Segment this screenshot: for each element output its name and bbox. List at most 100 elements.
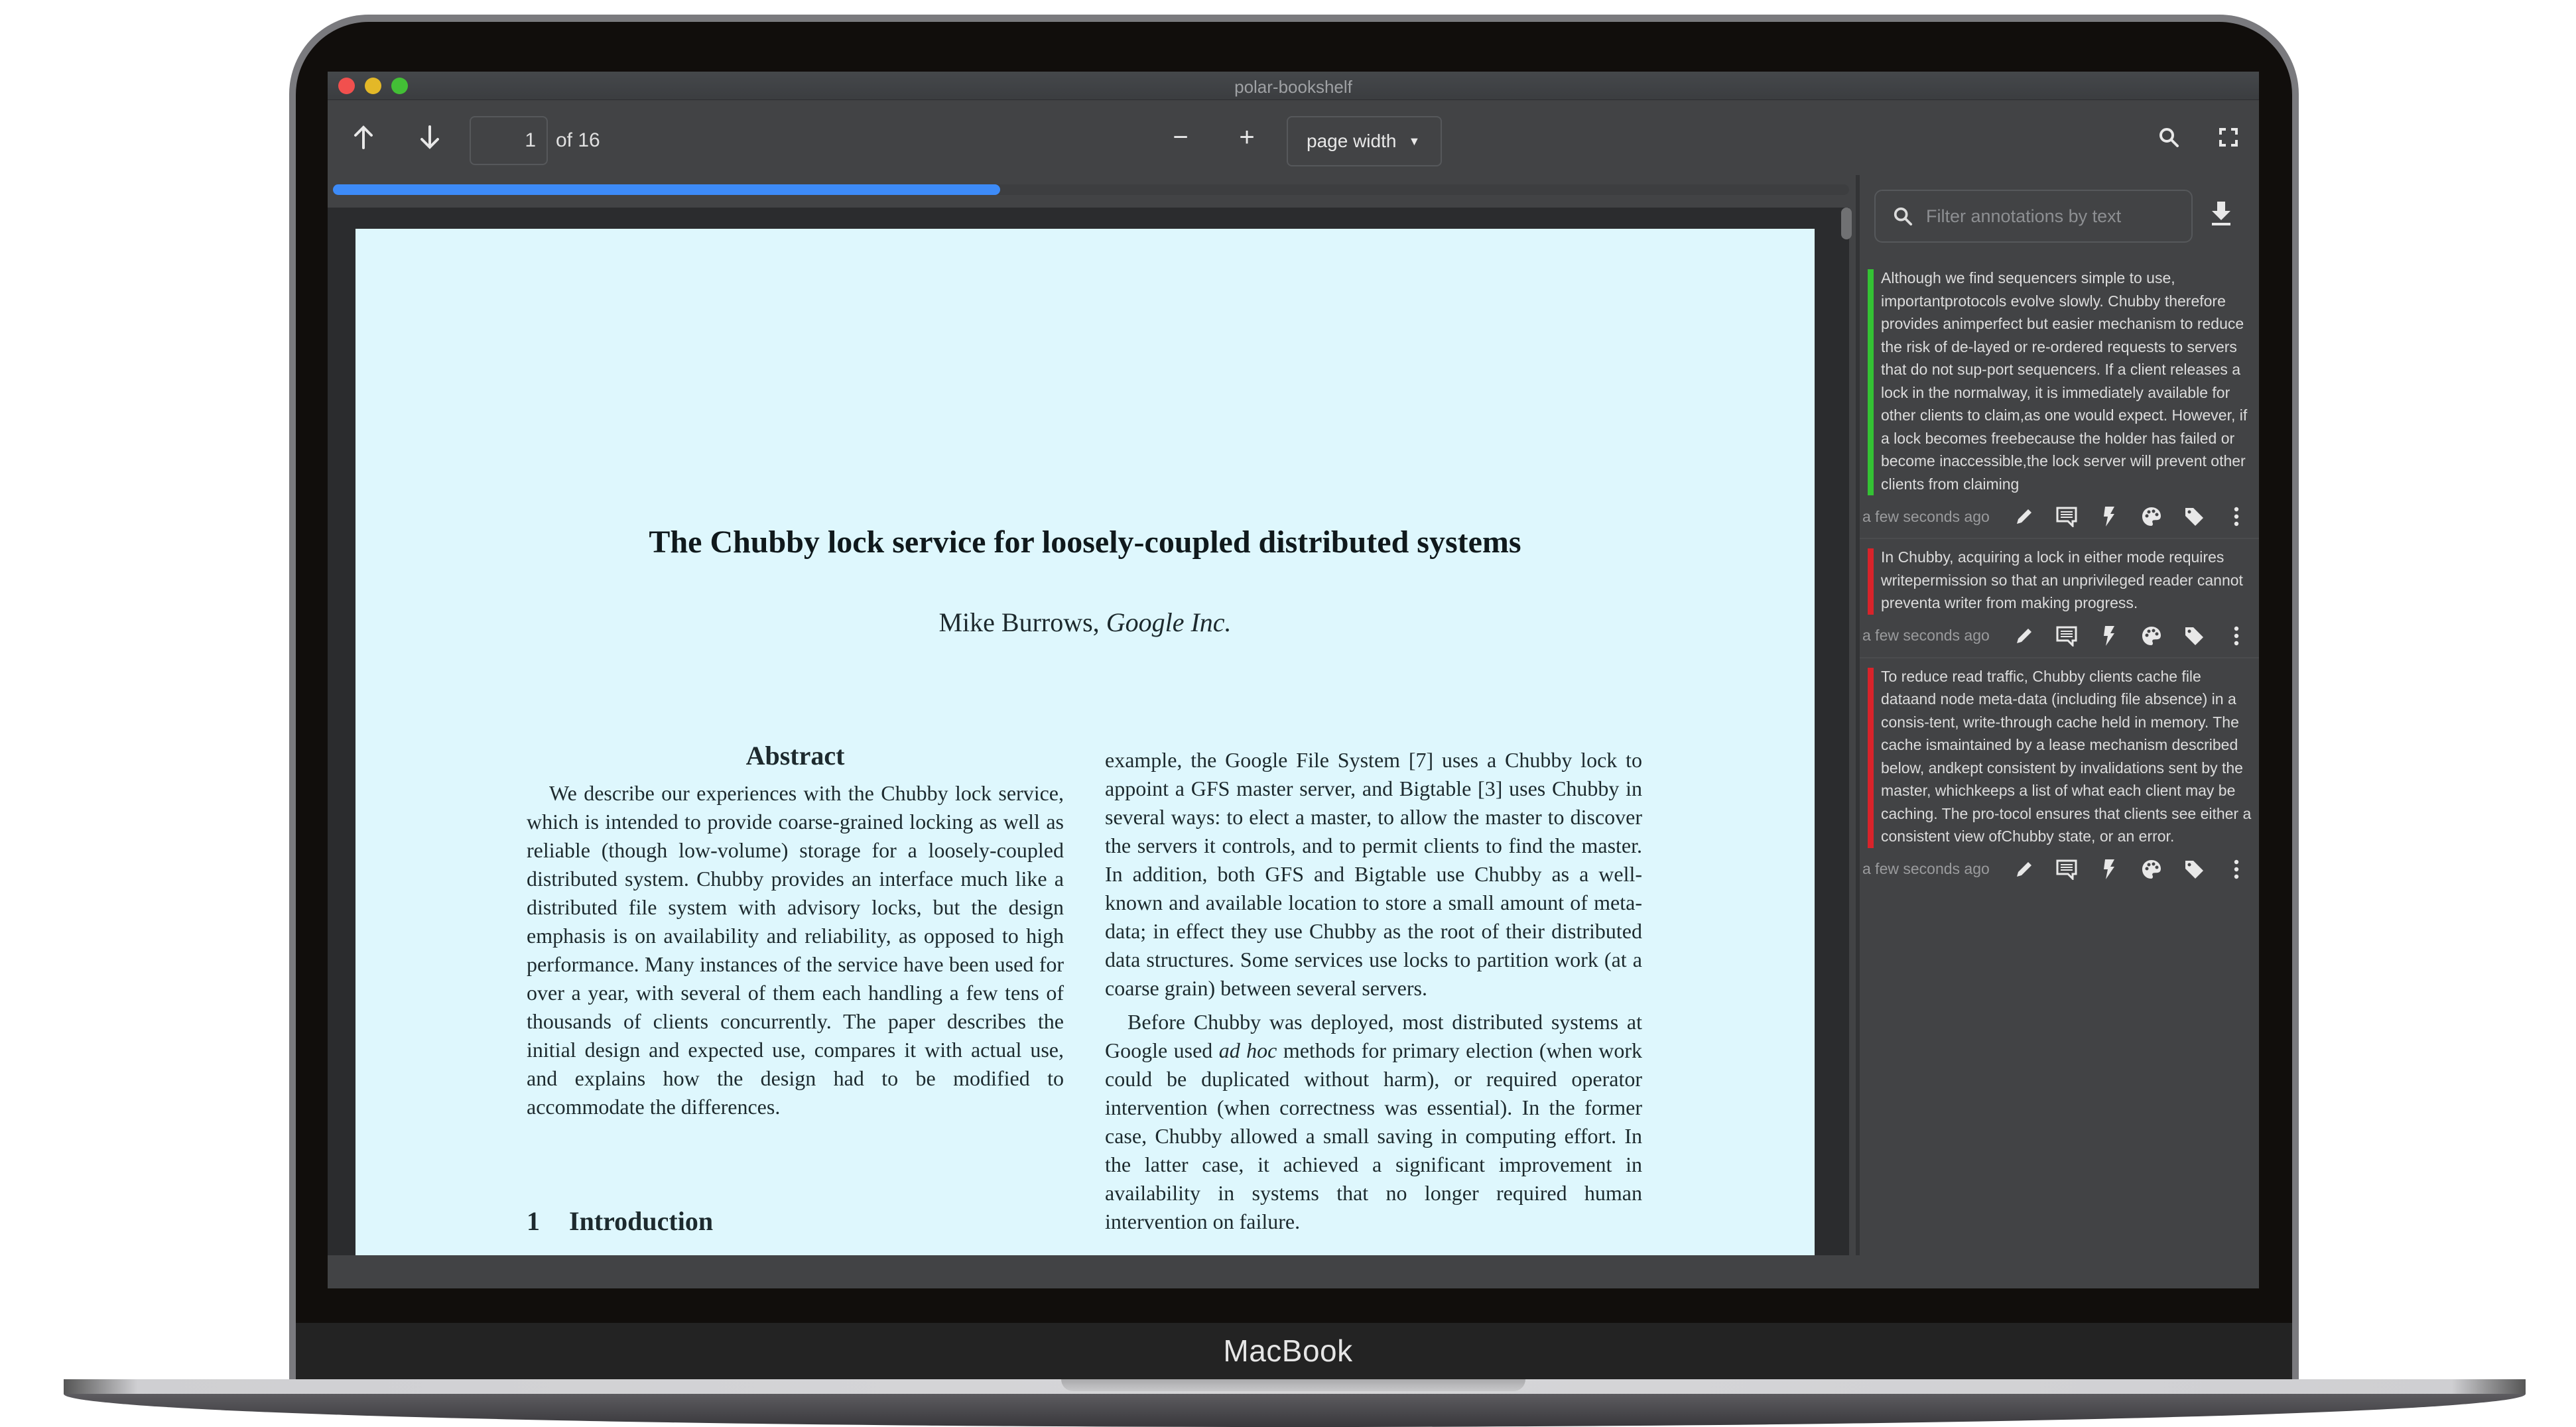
annotation-actions: a few seconds ago (1860, 495, 2259, 538)
color-palette-icon (2141, 625, 2162, 647)
section-number: 1 (527, 1206, 540, 1236)
paper-author: Mike Burrows, Google Inc. (355, 607, 1815, 638)
edit-icon (2014, 507, 2034, 527)
reading-progress-fill (333, 184, 1000, 195)
status-bar (328, 1255, 2259, 1288)
viewer-scrollbar[interactable] (1841, 208, 1852, 239)
annotation-text[interactable]: In Chubby, acquiring a lock in either mo… (1860, 546, 2259, 615)
annotation-card[interactable]: In Chubby, acquiring a lock in either mo… (1860, 538, 2259, 657)
zoom-mode-select[interactable]: page width ▼ (1287, 116, 1442, 166)
device-label: MacBook (1223, 1334, 1353, 1368)
download-icon (2210, 200, 2236, 227)
arrow-down-icon (420, 125, 440, 149)
comment-button[interactable] (2045, 503, 2088, 530)
next-page-button[interactable] (411, 119, 448, 156)
annotation-actions: a few seconds ago (1860, 615, 2259, 657)
color-palette-icon (2141, 506, 2162, 527)
flashcard-button[interactable] (2088, 856, 2130, 883)
edit-icon (2014, 626, 2034, 646)
minus-icon: − (1173, 122, 1189, 152)
reading-progress-bar (333, 184, 1849, 195)
fullscreen-button[interactable] (2210, 119, 2247, 156)
comment-icon (2055, 625, 2078, 647)
tag-button[interactable] (2173, 623, 2215, 649)
annotation-list: Although we find sequencers simple to us… (1860, 260, 2259, 891)
annotation-text-content: To reduce read traffic, Chubby clients c… (1881, 667, 2252, 845)
tag-icon (2183, 625, 2205, 647)
annotation-text-content: Although we find sequencers simple to us… (1881, 269, 2248, 493)
annotation-text[interactable]: To reduce read traffic, Chubby clients c… (1860, 665, 2259, 848)
annotation-sidebar: Although we find sequencers simple to us… (1860, 175, 2259, 1256)
more-options-button[interactable] (2215, 503, 2258, 530)
abstract-text: We describe our experiences with the Chu… (527, 781, 1064, 1119)
tag-icon (2183, 506, 2205, 527)
edit-button[interactable] (2003, 623, 2045, 649)
author-name: Mike Burrows, (938, 607, 1100, 637)
export-annotations-button[interactable] (2210, 200, 2236, 232)
paragraph: Before Chubby was deployed, most distrib… (1105, 1008, 1642, 1236)
title-bar: polar-bookshelf (328, 72, 2259, 100)
color-palette-button[interactable] (2130, 856, 2173, 883)
comment-button[interactable] (2045, 623, 2088, 649)
fullscreen-icon (2219, 127, 2238, 147)
annotation-timestamp: a few seconds ago (1862, 507, 1990, 525)
flashcard-icon (2102, 625, 2116, 647)
document-viewer[interactable]: The Chubby lock service for loosely-coup… (328, 208, 1849, 1270)
zoom-mode-value: page width (1307, 131, 1397, 151)
annotation-text[interactable]: Although we find sequencers simple to us… (1860, 267, 2259, 495)
more-options-button[interactable] (2215, 856, 2258, 883)
search-button[interactable] (2150, 119, 2187, 156)
more-options-icon (2233, 859, 2240, 880)
annotation-filter[interactable] (1874, 190, 2193, 243)
page-total-label: of 16 (556, 129, 600, 151)
color-palette-button[interactable] (2130, 503, 2173, 530)
more-options-button[interactable] (2215, 623, 2258, 649)
app-window: polar-bookshelf of 16 − + page width ▼ (328, 72, 2259, 1288)
comment-button[interactable] (2045, 856, 2088, 883)
section-title: Introduction (569, 1206, 714, 1236)
pdf-page[interactable]: The Chubby lock service for loosely-coup… (355, 229, 1815, 1270)
edit-button[interactable] (2003, 503, 2045, 530)
annotation-text-content: In Chubby, acquiring a lock in either mo… (1881, 548, 2243, 611)
flashcard-button[interactable] (2088, 623, 2130, 649)
flashcard-icon (2102, 858, 2116, 881)
annotation-timestamp: a few seconds ago (1862, 627, 1990, 644)
comment-icon (2055, 859, 2078, 880)
tag-button[interactable] (2173, 856, 2215, 883)
more-options-icon (2233, 506, 2240, 527)
edit-icon (2014, 859, 2034, 879)
paragraph: example, the Google File System [7] uses… (1105, 748, 1642, 1000)
left-column: Abstract We describe our experiences wit… (527, 739, 1064, 1121)
page-number-input[interactable] (470, 116, 548, 165)
zoom-in-button[interactable]: + (1228, 119, 1265, 156)
tag-icon (2183, 859, 2205, 880)
viewer-toolbar: of 16 − + page width ▼ (328, 100, 2259, 174)
comment-icon (2055, 506, 2078, 527)
paragraph-text: methods for primary election (when work … (1105, 1038, 1643, 1233)
window-title: polar-bookshelf (1234, 77, 1352, 97)
highlight-color-bar (1868, 269, 1874, 495)
abstract-heading: Abstract (745, 741, 845, 771)
chevron-down-icon: ▼ (1408, 134, 1421, 148)
previous-page-button[interactable] (345, 119, 382, 156)
annotation-timestamp: a few seconds ago (1862, 860, 1990, 877)
annotation-card[interactable]: To reduce read traffic, Chubby clients c… (1860, 656, 2259, 891)
paragraph-italic: ad hoc (1218, 1038, 1277, 1062)
tag-button[interactable] (2173, 503, 2215, 530)
color-palette-button[interactable] (2130, 623, 2173, 649)
edit-button[interactable] (2003, 856, 2045, 883)
laptop-hinge-notch (1061, 1379, 1525, 1391)
annotation-filter-input[interactable] (1925, 205, 2179, 227)
search-icon (1893, 206, 1913, 226)
flashcard-icon (2102, 505, 2116, 528)
highlight-color-bar (1868, 667, 1874, 848)
flashcard-button[interactable] (2088, 503, 2130, 530)
annotation-card[interactable]: Although we find sequencers simple to us… (1860, 260, 2259, 538)
search-icon (2158, 127, 2179, 148)
laptop-base-bottom (64, 1394, 2526, 1427)
section-heading: 1 Introduction (527, 1206, 713, 1237)
zoom-out-button[interactable]: − (1162, 119, 1199, 156)
arrow-up-icon (354, 125, 373, 149)
right-column: example, the Google File System [7] uses… (1105, 746, 1642, 1236)
author-affiliation: Google Inc. (1106, 607, 1232, 637)
